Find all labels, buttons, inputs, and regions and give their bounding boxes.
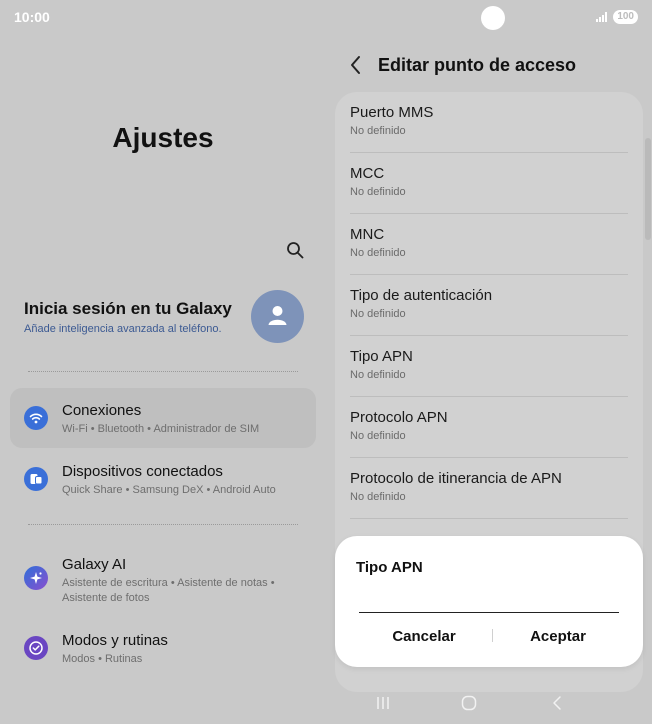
account-subtitle: Añade inteligencia avanzada al teléfono.: [24, 323, 222, 335]
account-title: Inicia sesión en tu Galaxy: [24, 299, 232, 318]
search-icon[interactable]: [286, 241, 304, 259]
field-value: No definido: [350, 430, 406, 442]
item-description: Asistente de escritura • Asistente de no…: [62, 577, 275, 604]
tipo-apn-dialog: Tipo APN Cancelar Aceptar: [335, 536, 643, 667]
apn-field-tipo-apn[interactable]: Tipo APN No definido: [335, 336, 643, 397]
scrollbar[interactable]: [645, 138, 651, 240]
back-nav-icon[interactable]: [549, 695, 565, 711]
field-value: No definido: [350, 491, 406, 503]
item-label: Modos y rutinas: [62, 632, 168, 649]
apn-field-puerto-mms[interactable]: Puerto MMS No definido: [335, 92, 643, 153]
settings-item-galaxy-ai[interactable]: Galaxy AI Asistente de escritura • Asist…: [10, 542, 316, 612]
status-time: 10:00: [14, 9, 50, 25]
dialog-title: Tipo APN: [356, 559, 423, 576]
signal-icon: [596, 12, 608, 22]
button-divider: [492, 629, 493, 642]
field-label: Tipo de autenticación: [350, 287, 493, 304]
galaxy-ai-icon: [24, 566, 48, 590]
modes-icon: [24, 636, 48, 660]
divider: [28, 371, 298, 372]
status-bar: 10:00 100: [0, 0, 652, 34]
apn-field-tipo-autenticacion[interactable]: Tipo de autenticación No definido: [335, 275, 643, 336]
home-icon[interactable]: [461, 695, 477, 711]
wifi-icon: [24, 406, 48, 430]
field-label: Puerto MMS: [350, 104, 434, 121]
cancel-button[interactable]: Cancelar: [364, 624, 484, 648]
camera-cutout: [481, 6, 505, 30]
apn-field-mnc[interactable]: MNC No definido: [335, 214, 643, 275]
settings-item-dispositivos[interactable]: Dispositivos conectados Quick Share • Sa…: [10, 449, 316, 509]
account-signin[interactable]: Inicia sesión en tu Galaxy Añade intelig…: [24, 290, 314, 346]
item-description: Wi-Fi • Bluetooth • Administrador de SIM: [62, 423, 260, 435]
avatar[interactable]: [251, 290, 304, 343]
field-value: No definido: [350, 247, 406, 259]
battery-indicator: 100: [613, 10, 638, 24]
tipo-apn-input[interactable]: [359, 592, 619, 613]
apn-header: Editar punto de acceso: [344, 52, 644, 80]
field-value: No definido: [350, 125, 406, 137]
item-description: Quick Share • Samsung DeX • Android Auto: [62, 484, 276, 496]
field-value: No definido: [350, 186, 406, 198]
recent-apps-icon[interactable]: [375, 695, 391, 711]
field-label: MCC: [350, 165, 385, 182]
field-label: MNC: [350, 226, 385, 243]
devices-icon: [24, 467, 48, 491]
field-label: Protocolo APN: [350, 409, 448, 426]
item-label: Galaxy AI: [62, 556, 127, 573]
apn-field-protocolo-apn[interactable]: Protocolo APN No definido: [335, 397, 643, 458]
row-separator: [350, 518, 628, 519]
settings-item-conexiones[interactable]: Conexiones Wi-Fi • Bluetooth • Administr…: [10, 388, 316, 448]
status-indicators: 100: [596, 10, 638, 24]
page-title: Editar punto de acceso: [378, 55, 577, 75]
apn-field-mcc[interactable]: MCC No definido: [335, 153, 643, 214]
settings-item-modos[interactable]: Modos y rutinas Modos • Rutinas: [10, 618, 316, 678]
field-value: No definido: [350, 308, 406, 320]
field-value: No definido: [350, 369, 406, 381]
settings-title: Ajustes: [112, 122, 214, 153]
item-description: Modos • Rutinas: [62, 653, 143, 665]
item-label: Conexiones: [62, 402, 142, 419]
accept-button[interactable]: Aceptar: [498, 624, 618, 648]
divider: [28, 524, 298, 525]
apn-field-protocolo-itinerancia[interactable]: Protocolo de itinerancia de APN No defin…: [335, 458, 643, 519]
person-icon: [268, 306, 287, 325]
navigation-bar: [335, 690, 643, 720]
back-arrow-icon[interactable]: [348, 54, 364, 76]
item-label: Dispositivos conectados: [62, 463, 223, 480]
field-label: Protocolo de itinerancia de APN: [350, 470, 562, 487]
field-label: Tipo APN: [350, 348, 413, 365]
